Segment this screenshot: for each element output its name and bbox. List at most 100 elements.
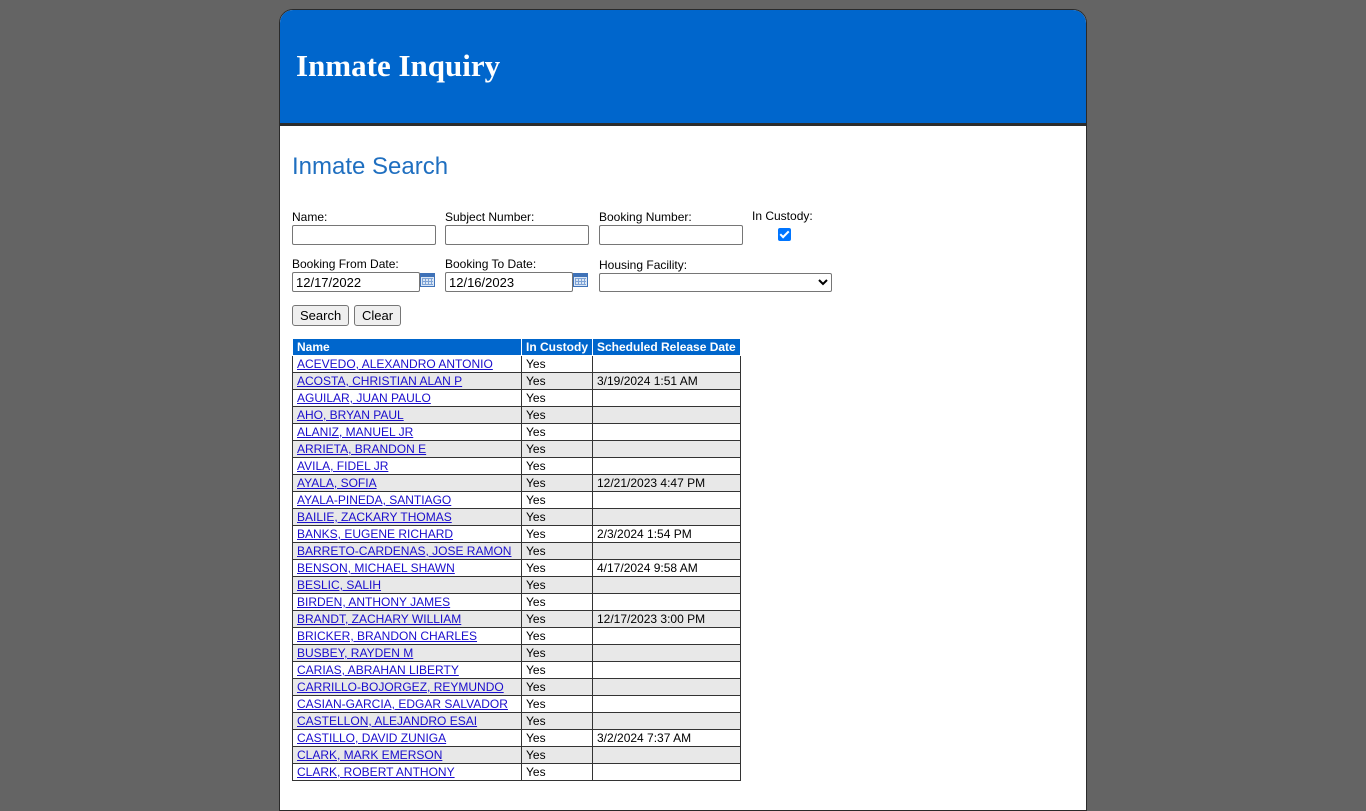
inmate-name-cell: BESLIC, SALIH	[292, 576, 522, 594]
booking-from-input[interactable]	[292, 272, 420, 292]
release-date-cell	[592, 508, 741, 526]
in-custody-checkbox[interactable]	[778, 228, 791, 241]
inmate-name-cell: AVILA, FIDEL JR	[292, 457, 522, 475]
calendar-icon[interactable]	[420, 273, 435, 287]
release-date-column-header[interactable]: Scheduled Release Date	[592, 338, 741, 356]
inmate-name-link[interactable]: CARRILLO-BOJORGEZ, REYMUNDO	[297, 680, 504, 694]
inmate-name-cell: ARRIETA, BRANDON E	[292, 440, 522, 458]
inmate-name-link[interactable]: BESLIC, SALIH	[297, 578, 381, 592]
inmate-name-link[interactable]: CARIAS, ABRAHAN LIBERTY	[297, 663, 459, 677]
inmate-name-cell: AYALA, SOFIA	[292, 474, 522, 492]
in-custody-cell: Yes	[521, 576, 593, 594]
booking-number-input[interactable]	[599, 225, 743, 245]
clear-button[interactable]: Clear	[354, 305, 402, 326]
in-custody-cell: Yes	[521, 389, 593, 407]
in-custody-cell: Yes	[521, 661, 593, 679]
table-row: BIRDEN, ANTHONY JAMES Yes	[292, 593, 741, 611]
inmate-name-link[interactable]: AYALA, SOFIA	[297, 476, 377, 490]
in-custody-column-header[interactable]: In Custody	[521, 338, 593, 356]
inmate-name-link[interactable]: BIRDEN, ANTHONY JAMES	[297, 595, 450, 609]
inmate-name-cell: BRICKER, BRANDON CHARLES	[292, 627, 522, 645]
booking-from-field: Booking From Date:	[292, 257, 420, 292]
in-custody-cell: Yes	[521, 644, 593, 662]
table-row: BRICKER, BRANDON CHARLES Yes	[292, 627, 741, 645]
table-row: ARRIETA, BRANDON E Yes	[292, 440, 741, 458]
table-row: CASTELLON, ALEJANDRO ESAI Yes	[292, 712, 741, 730]
inmate-name-link[interactable]: BENSON, MICHAEL SHAWN	[297, 561, 455, 575]
table-row: AGUILAR, JUAN PAULO Yes	[292, 389, 741, 407]
inmate-name-link[interactable]: ALANIZ, MANUEL JR	[297, 425, 413, 439]
search-button[interactable]: Search	[292, 305, 350, 326]
table-row: BAILIE, ZACKARY THOMAS Yes	[292, 508, 741, 526]
inmate-name-cell: CARIAS, ABRAHAN LIBERTY	[292, 661, 522, 679]
release-date-cell	[592, 576, 741, 594]
inmate-name-link[interactable]: BUSBEY, RAYDEN M	[297, 646, 413, 660]
inmate-name-cell: AGUILAR, JUAN PAULO	[292, 389, 522, 407]
in-custody-cell: Yes	[521, 474, 593, 492]
release-date-cell: 4/17/2024 9:58 AM	[592, 559, 741, 577]
in-custody-cell: Yes	[521, 406, 593, 424]
inmate-name-link[interactable]: BARRETO-CARDENAS, JOSE RAMON	[297, 544, 511, 558]
inmate-name-link[interactable]: BRANDT, ZACHARY WILLIAM	[297, 612, 461, 626]
release-date-cell	[592, 542, 741, 560]
housing-facility-label: Housing Facility:	[599, 258, 688, 272]
name-field: Name:	[292, 210, 436, 245]
inmate-name-link[interactable]: ARRIETA, BRANDON E	[297, 442, 426, 456]
name-label: Name:	[292, 210, 328, 224]
in-custody-cell: Yes	[521, 678, 593, 696]
in-custody-cell: Yes	[521, 763, 593, 781]
subject-number-field: Subject Number:	[445, 210, 589, 245]
inmate-name-link[interactable]: BRICKER, BRANDON CHARLES	[297, 629, 477, 643]
in-custody-cell: Yes	[521, 746, 593, 764]
inmate-name-link[interactable]: BANKS, EUGENE RICHARD	[297, 527, 453, 541]
in-custody-cell: Yes	[521, 355, 593, 373]
inmate-name-link[interactable]: AGUILAR, JUAN PAULO	[297, 391, 431, 405]
in-custody-cell: Yes	[521, 627, 593, 645]
table-row: ACEVEDO, ALEXANDRO ANTONIO Yes	[292, 355, 741, 373]
inmate-name-cell: CARRILLO-BOJORGEZ, REYMUNDO	[292, 678, 522, 696]
inmate-name-cell: BAILIE, ZACKARY THOMAS	[292, 508, 522, 526]
table-row: CLARK, ROBERT ANTHONY Yes	[292, 763, 741, 781]
release-date-cell	[592, 763, 741, 781]
inmate-name-link[interactable]: CASTILLO, DAVID ZUNIGA	[297, 731, 446, 745]
table-row: CARRILLO-BOJORGEZ, REYMUNDO Yes	[292, 678, 741, 696]
release-date-cell	[592, 593, 741, 611]
booking-to-input[interactable]	[445, 272, 573, 292]
booking-to-field: Booking To Date:	[445, 257, 573, 292]
in-custody-cell: Yes	[521, 559, 593, 577]
release-date-cell	[592, 695, 741, 713]
housing-facility-select[interactable]	[599, 273, 832, 292]
subject-number-label: Subject Number:	[445, 210, 535, 224]
inmate-name-link[interactable]: AHO, BRYAN PAUL	[297, 408, 404, 422]
inmate-name-link[interactable]: AYALA-PINEDA, SANTIAGO	[297, 493, 451, 507]
inmate-name-link[interactable]: ACEVEDO, ALEXANDRO ANTONIO	[297, 357, 493, 371]
name-column-header[interactable]: Name	[292, 338, 522, 356]
inmate-name-link[interactable]: ACOSTA, CHRISTIAN ALAN P	[297, 374, 462, 388]
in-custody-cell: Yes	[521, 542, 593, 560]
inmate-name-link[interactable]: BAILIE, ZACKARY THOMAS	[297, 510, 452, 524]
booking-from-label: Booking From Date:	[292, 257, 399, 271]
in-custody-cell: Yes	[521, 508, 593, 526]
table-row: BARRETO-CARDENAS, JOSE RAMON Yes	[292, 542, 741, 560]
inmate-name-link[interactable]: CLARK, MARK EMERSON	[297, 748, 442, 762]
release-date-cell	[592, 440, 741, 458]
in-custody-cell: Yes	[521, 372, 593, 390]
inmate-name-link[interactable]: CASIAN-GARCIA, EDGAR SALVADOR	[297, 697, 508, 711]
in-custody-cell: Yes	[521, 729, 593, 747]
table-row: CARIAS, ABRAHAN LIBERTY Yes	[292, 661, 741, 679]
table-row: ALANIZ, MANUEL JR Yes	[292, 423, 741, 441]
inmate-name-cell: CASTELLON, ALEJANDRO ESAI	[292, 712, 522, 730]
inmate-name-link[interactable]: CLARK, ROBERT ANTHONY	[297, 765, 455, 779]
release-date-cell	[592, 746, 741, 764]
calendar-icon[interactable]	[573, 273, 588, 287]
inmate-name-cell: BIRDEN, ANTHONY JAMES	[292, 593, 522, 611]
inmate-name-cell: CASIAN-GARCIA, EDGAR SALVADOR	[292, 695, 522, 713]
release-date-cell: 2/3/2024 1:54 PM	[592, 525, 741, 543]
inmate-name-link[interactable]: AVILA, FIDEL JR	[297, 459, 388, 473]
name-input[interactable]	[292, 225, 436, 245]
inmate-name-cell: CLARK, ROBERT ANTHONY	[292, 763, 522, 781]
subject-number-input[interactable]	[445, 225, 589, 245]
inmate-name-cell: BARRETO-CARDENAS, JOSE RAMON	[292, 542, 522, 560]
inmate-name-link[interactable]: CASTELLON, ALEJANDRO ESAI	[297, 714, 477, 728]
results-table: Name In Custody Scheduled Release Date A…	[292, 338, 741, 781]
